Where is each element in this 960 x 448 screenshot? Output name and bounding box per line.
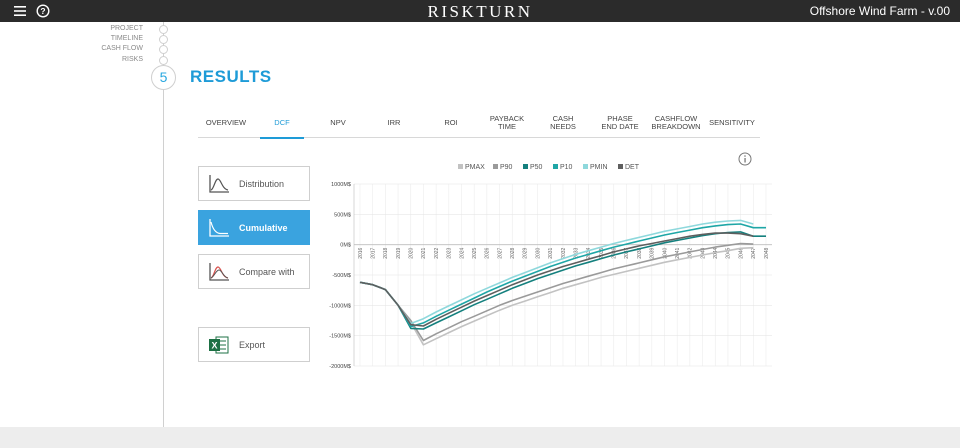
results-tabs: OVERVIEW DCF NPV IRR ROI PAYBACK TIME CA… [198,108,760,139]
x-tick-label: 2025 [472,247,478,258]
series-line-pmax [359,246,754,346]
top-bar: ? RISKTURN Offshore Wind Farm - v.00 [0,0,960,22]
x-tick-label: 2019 [396,247,402,258]
x-tick-label: 2039 [650,247,656,258]
step-label-risks[interactable]: RISKS [122,56,143,63]
tab-roi[interactable]: ROI [423,108,479,138]
legend-label-p90: P90 [500,164,513,171]
dcf-cumulative-chart: 1000M$ 500M$ 0M$ -500M$ -1000M$ -1500M$ -2000M… [329,164,772,370]
legend-label-pmax: PMAX [465,164,485,171]
legend-label-pmin: PMIN [590,164,608,171]
x-tick-label: 2020 [409,247,415,258]
legend-swatch-pmax [458,164,463,169]
x-tick-label: 2027 [497,247,503,258]
y-tick-label: -1000M$ [329,303,351,309]
tab-npv[interactable]: NPV [310,108,366,138]
step-dot-cash-flow[interactable] [159,45,168,54]
tab-overview[interactable]: OVERVIEW [198,108,254,138]
y-tick-label: 0M$ [340,243,351,249]
current-step-number: 5 [151,65,176,90]
x-tick-label: 2045 [726,247,732,258]
series-line-det [359,232,754,327]
step-dot-risks[interactable] [159,56,168,65]
step-label-timeline[interactable]: TIMELINE [111,35,143,42]
legend-label-p50: P50 [530,164,543,171]
compare-chart-icon [209,262,229,281]
page-title: RESULTS [190,67,272,86]
x-tick-label: 2031 [548,247,554,258]
x-tick-label: 2028 [510,247,516,258]
export-button-label: Export [239,339,266,350]
x-tick-label: 2021 [421,247,427,258]
y-tick-label: -2000M$ [329,364,351,370]
cumulative-chart-icon [209,218,229,237]
compare-with-button[interactable]: Compare with [198,254,310,289]
cumulative-button-label: Cumulative [239,222,288,233]
x-tick-label: 2048 [764,247,770,258]
legend-swatch-pmin [583,164,588,169]
legend-swatch-p50 [523,164,528,169]
distribution-button[interactable]: Distribution [198,166,310,201]
tab-irr[interactable]: IRR [366,108,422,138]
y-tick-label: -500M$ [332,273,351,279]
tab-sensitivity[interactable]: SENSITIVITY [704,108,760,138]
step-label-project[interactable]: PROJECT [110,25,143,32]
excel-icon: X [209,336,229,353]
tab-payback-time[interactable]: PAYBACK TIME [479,108,535,138]
legend-swatch-det [618,164,623,169]
y-tick-label: 1000M$ [331,182,351,188]
tab-phase-end-date[interactable]: PHASE END DATE [592,108,648,138]
y-tick-label: 500M$ [334,212,351,218]
x-tick-label: 2030 [535,247,541,258]
legend-label-p10: P10 [560,164,573,171]
cumulative-button[interactable]: Cumulative [198,210,310,245]
y-tick-label: -1500M$ [329,334,351,340]
footer-bar [0,427,960,448]
x-tick-label: 2023 [447,247,453,258]
svg-text:X: X [211,340,217,350]
x-tick-label: 2026 [485,247,491,258]
project-title: Offshore Wind Farm - v.00 [809,4,950,18]
tab-dcf[interactable]: DCF [254,108,310,139]
x-tick-label: 2022 [434,247,440,258]
x-tick-label: 2016 [358,247,364,258]
compare-with-button-label: Compare with [239,266,295,277]
step-dot-timeline[interactable] [159,35,168,44]
x-tick-label: 2024 [459,247,465,258]
distribution-chart-icon [209,174,229,193]
tab-cashflow-breakdown[interactable]: CASHFLOW BREAKDOWN [648,108,704,138]
step-dot-project[interactable] [159,25,168,34]
distribution-button-label: Distribution [239,178,285,189]
tab-cash-needs[interactable]: CASH NEEDS [535,108,591,138]
legend-label-det: DET [625,164,640,171]
legend-swatch-p10 [553,164,558,169]
x-tick-label: 2017 [370,247,376,258]
x-tick-label: 2047 [751,247,757,258]
x-tick-label: 2018 [383,247,389,258]
export-button[interactable]: X Export [198,327,310,362]
step-label-cash-flow[interactable]: CASH FLOW [101,45,143,52]
legend-swatch-p90 [493,164,498,169]
x-tick-label: 2029 [523,247,529,258]
